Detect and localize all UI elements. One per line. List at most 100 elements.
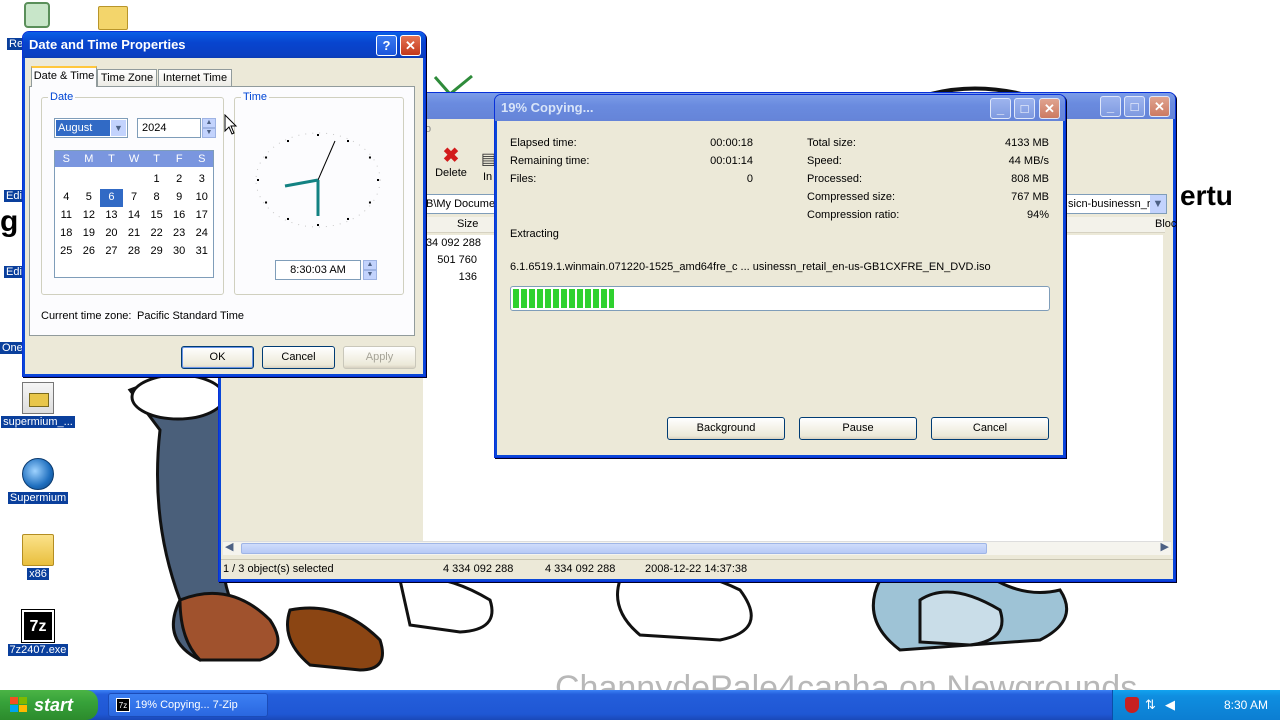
calendar-day[interactable]: 15 (145, 207, 168, 225)
system-tray: ⇅ ◀ 8:30 AM (1112, 690, 1280, 720)
status-selection: 1 / 3 object(s) selected (223, 563, 334, 575)
minimize-button[interactable]: _ (990, 98, 1011, 119)
chevron-down-icon[interactable]: ▼ (111, 120, 126, 136)
calendar-day[interactable]: 26 (78, 243, 101, 261)
calendar-day[interactable]: 27 (100, 243, 123, 261)
calendar-day[interactable]: 24 (190, 225, 213, 243)
horizontal-scrollbar[interactable]: ◀ ▶ (223, 541, 1171, 555)
calendar-day[interactable]: 18 (55, 225, 78, 243)
calendar[interactable]: SMTWTFS 1 2 3 4 5 6 7 8 9 10 11 12 13 14 15 16 17 18 19 20 2… (54, 150, 214, 278)
toolbar-delete-button[interactable]: ✖ Delete (431, 145, 471, 179)
calendar-day[interactable]: 17 (190, 207, 213, 225)
pause-button[interactable]: Pause (799, 417, 917, 440)
path-field[interactable]: B\My Documen (423, 194, 499, 214)
desktop-icon-7z2407[interactable]: 7z 7z2407.exe (0, 609, 76, 656)
desktop-icon-supermium-installer[interactable]: supermium_... (0, 382, 76, 428)
calendar-day[interactable]: 6 (100, 189, 123, 207)
start-button[interactable]: start (0, 690, 98, 720)
taskbar-task-7zip[interactable]: 7z 19% Copying... 7-Zip (108, 693, 268, 717)
copying-titlebar[interactable]: 19% Copying... _ □ ✕ (495, 95, 1065, 121)
file-size: 136 (458, 271, 477, 283)
minimize-button[interactable]: _ (1100, 96, 1121, 117)
spin-down-icon[interactable]: ▼ (202, 128, 216, 138)
desktop-icon-supermium[interactable]: Supermium (0, 458, 76, 504)
volume-icon[interactable]: ◀ (1165, 697, 1179, 713)
calendar-day[interactable]: 10 (190, 189, 213, 207)
desktop-icon-label-cut[interactable]: Edi (4, 190, 24, 202)
calendar-day[interactable]: 9 (168, 189, 191, 207)
copying-dialog[interactable]: 19% Copying... _ □ ✕ Elapsed time: 00:00… (494, 94, 1066, 458)
calendar-day[interactable]: 12 (78, 207, 101, 225)
tab-time-zone[interactable]: Time Zone (97, 69, 157, 87)
elapsed-label: Elapsed time: (510, 137, 577, 149)
calendar-day[interactable]: 1 (145, 171, 168, 189)
calendar-day[interactable]: 21 (123, 225, 146, 243)
scroll-thumb[interactable] (241, 543, 987, 554)
folder-icon[interactable] (98, 6, 128, 30)
year-spinner[interactable]: ▲ ▼ (202, 118, 216, 138)
recycle-bin-icon[interactable] (24, 2, 50, 28)
calendar-day[interactable]: 25 (55, 243, 78, 261)
calendar-day[interactable]: 30 (168, 243, 191, 261)
cancel-button[interactable]: Cancel (931, 417, 1049, 440)
calendar-day[interactable]: 22 (145, 225, 168, 243)
month-select[interactable]: August ▼ (54, 118, 128, 138)
calendar-day[interactable]: 19 (78, 225, 101, 243)
scroll-left-icon[interactable]: ◀ (225, 540, 233, 553)
calendar-day[interactable]: 2 (168, 171, 191, 189)
tab-date-time[interactable]: Date & Time (31, 66, 97, 87)
year-field[interactable]: 2024 (137, 118, 201, 138)
desktop-icon-label-cut[interactable]: Edi (4, 266, 24, 278)
calendar-day[interactable]: 3 (190, 171, 213, 189)
close-button[interactable]: ✕ (400, 35, 421, 56)
desktop-icon-label: x86 (27, 568, 49, 580)
calendar-day[interactable]: 29 (145, 243, 168, 261)
calendar-day[interactable]: 16 (168, 207, 191, 225)
calendar-day[interactable]: 20 (100, 225, 123, 243)
apply-button[interactable]: Apply (343, 346, 416, 369)
calendar-day[interactable]: 14 (123, 207, 146, 225)
network-icon[interactable]: ⇅ (1145, 697, 1159, 713)
spin-down-icon[interactable]: ▼ (363, 270, 377, 280)
ok-button[interactable]: OK (181, 346, 254, 369)
calendar-week: 123 (55, 171, 213, 189)
cancel-button[interactable]: Cancel (262, 346, 335, 369)
help-button[interactable]: ? (376, 35, 397, 56)
shield-icon[interactable] (1125, 697, 1139, 713)
maximize-button[interactable]: □ (1014, 98, 1035, 119)
calendar-day[interactable]: 28 (123, 243, 146, 261)
maximize-button[interactable]: □ (1124, 96, 1145, 117)
scroll-right-icon[interactable]: ▶ (1161, 540, 1169, 553)
calendar-day[interactable]: 8 (145, 189, 168, 207)
tab-internet-time[interactable]: Internet Time (158, 69, 232, 87)
datetime-dialog[interactable]: Date and Time Properties ? ✕ Date & Time… (22, 31, 426, 377)
wallpaper-head (130, 373, 226, 421)
progress-fill (513, 289, 615, 308)
chevron-down-icon[interactable]: ▼ (1150, 195, 1166, 213)
calendar-day[interactable]: 5 (78, 189, 101, 207)
calendar-day[interactable]: 23 (168, 225, 191, 243)
clock[interactable]: 8:30 AM (1224, 698, 1268, 712)
calendar-day[interactable]: 13 (100, 207, 123, 225)
desktop-icon-x86[interactable]: x86 (0, 534, 76, 580)
wallpaper-figure-mid-shoes (616, 570, 753, 642)
time-spinner[interactable]: ▲ ▼ (363, 260, 377, 280)
calendar-day[interactable]: 11 (55, 207, 78, 225)
spin-up-icon[interactable]: ▲ (202, 118, 216, 128)
calendar-day[interactable]: 31 (190, 243, 213, 261)
close-button[interactable]: ✕ (1039, 98, 1060, 119)
spin-up-icon[interactable]: ▲ (363, 260, 377, 270)
processed-value: 808 MB (1011, 173, 1049, 185)
column-size[interactable]: Size (457, 218, 478, 230)
datetime-titlebar[interactable]: Date and Time Properties ? ✕ (23, 32, 425, 58)
time-field[interactable]: 8:30:03 AM (275, 260, 361, 280)
delete-icon: ✖ (442, 145, 460, 167)
column-block[interactable]: Bloc (1155, 218, 1176, 230)
clock-tick (347, 140, 349, 143)
background-button[interactable]: Background (667, 417, 785, 440)
calendar-day[interactable]: 4 (55, 189, 78, 207)
close-button[interactable]: ✕ (1149, 96, 1170, 117)
path-dropdown[interactable]: sicn-businessn_re ▼ (1063, 194, 1167, 214)
calendar-day (78, 171, 101, 189)
calendar-day[interactable]: 7 (123, 189, 146, 207)
